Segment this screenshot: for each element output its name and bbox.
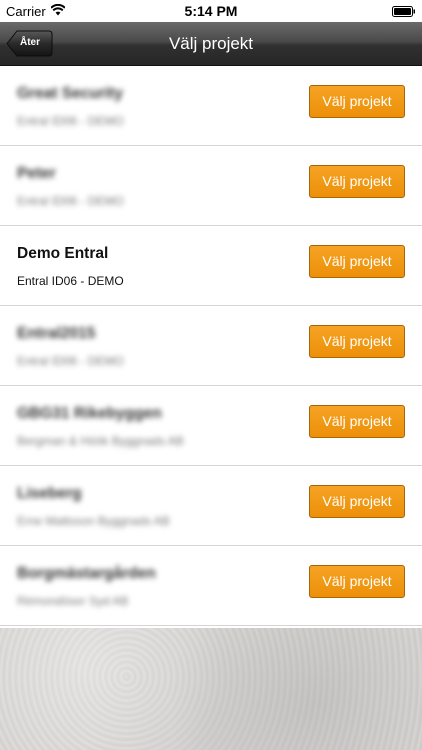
select-project-button[interactable]: Välj projekt <box>309 325 405 358</box>
project-company: Rémondöser Syd AB <box>17 594 129 608</box>
project-name: Peter <box>17 165 56 182</box>
project-row: Borgmästargården Rémondöser Syd AB Välj … <box>0 546 422 626</box>
select-project-button[interactable]: Välj projekt <box>309 565 405 598</box>
project-row: Peter Entral ID06 - DEMO Välj projekt <box>0 146 422 226</box>
project-company: Erne Mattsson Byggnads AB <box>17 514 170 528</box>
project-name: Entral2015 <box>17 325 96 342</box>
battery-icon <box>392 5 416 17</box>
project-company: Entral ID06 - DEMO <box>17 274 124 288</box>
project-name: Great Security <box>17 85 123 102</box>
status-time: 5:14 PM <box>184 3 238 19</box>
project-row: Entral2015 Entral ID06 - DEMO Välj proje… <box>0 306 422 386</box>
project-company: Bergman & Höök Byggnads AB <box>17 434 184 448</box>
project-name: Demo Entral <box>17 245 109 262</box>
project-name: Borgmästargården <box>17 565 156 582</box>
status-bar: Carrier 5:14 PM <box>0 0 422 22</box>
project-company: Entral ID06 - DEMO <box>17 114 124 128</box>
select-project-button[interactable]: Välj projekt <box>309 405 405 438</box>
project-company: Entral ID06 - DEMO <box>17 354 124 368</box>
project-row: Liseberg Erne Mattsson Byggnads AB Välj … <box>0 466 422 546</box>
project-row: Great Security Entral ID06 - DEMO Välj p… <box>0 66 422 146</box>
select-project-button[interactable]: Välj projekt <box>309 165 405 198</box>
background-texture <box>0 628 422 750</box>
project-name: GBG31 Rikebyggen <box>17 405 162 422</box>
navigation-bar: Åter Välj projekt <box>0 22 422 66</box>
select-project-button[interactable]: Välj projekt <box>309 245 405 278</box>
project-name: Liseberg <box>17 485 82 502</box>
select-project-button[interactable]: Välj projekt <box>309 85 405 118</box>
project-row: GBG31 Rikebyggen Bergman & Höök Byggnads… <box>0 386 422 466</box>
project-row: Demo Entral Entral ID06 - DEMO Välj proj… <box>0 226 422 306</box>
project-company: Entral ID06 - DEMO <box>17 194 124 208</box>
select-project-button[interactable]: Välj projekt <box>309 485 405 518</box>
page-title: Välj projekt <box>168 34 254 53</box>
project-list: Great Security Entral ID06 - DEMO Välj p… <box>0 66 422 626</box>
